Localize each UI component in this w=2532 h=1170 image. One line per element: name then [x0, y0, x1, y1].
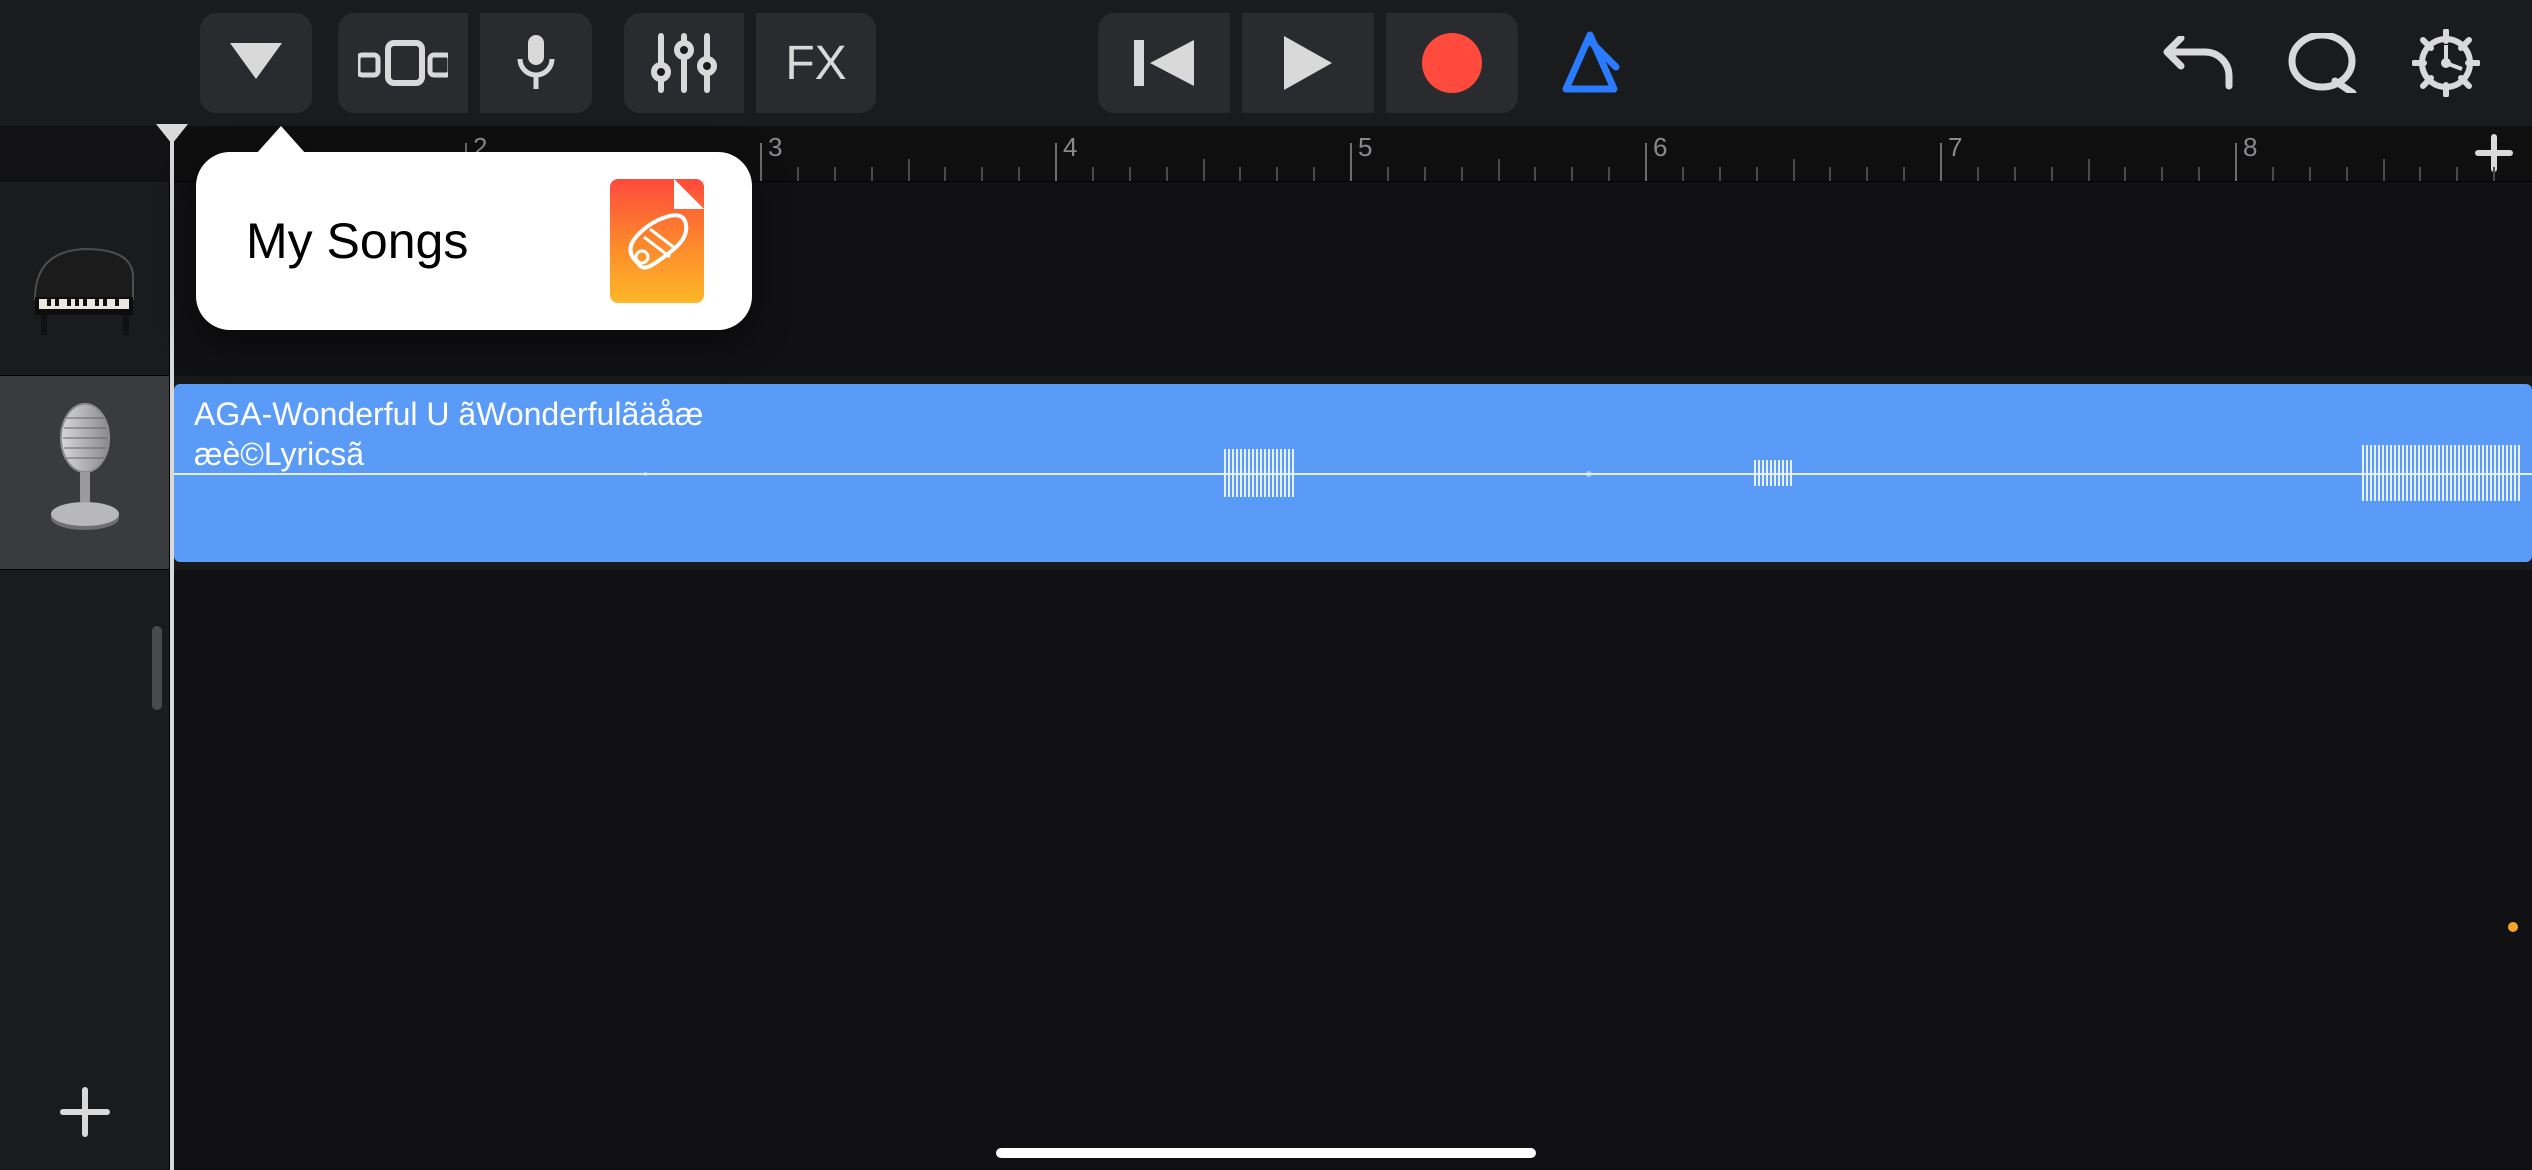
- undo-button[interactable]: [2142, 13, 2254, 113]
- record-button[interactable]: [1386, 13, 1518, 113]
- rewind-icon: [1134, 38, 1194, 88]
- garageband-doc-icon: [610, 179, 704, 303]
- plus-icon: [57, 1084, 113, 1140]
- top-toolbar: FX: [0, 0, 2532, 126]
- fx-button[interactable]: FX: [756, 13, 876, 113]
- microphone-icon: [514, 33, 558, 93]
- ruler-bar-number: 6: [1653, 132, 1667, 163]
- menu-triangle-icon: [230, 43, 282, 83]
- ruler-bar-number: 7: [1948, 132, 1962, 163]
- timeline-area[interactable]: AGA-Wonderful U ãWonderfulãäåæ æè©Lyrics…: [174, 182, 2532, 1170]
- fx-label: FX: [785, 36, 846, 91]
- track-lane-mic[interactable]: AGA-Wonderful U ãWonderfulãäåæ æè©Lyrics…: [174, 376, 2532, 570]
- ruler-bar-number: 4: [1063, 132, 1077, 163]
- playhead[interactable]: [170, 126, 174, 1170]
- popover-label: My Songs: [246, 212, 610, 270]
- settings-gear-icon: [2412, 29, 2480, 97]
- track-view-button[interactable]: [338, 13, 468, 113]
- home-indicator: [996, 1148, 1536, 1158]
- ruler-bar-number: 3: [768, 132, 782, 163]
- track-scroll-indicator[interactable]: [152, 626, 162, 710]
- sliders-icon: [651, 30, 717, 96]
- audio-region[interactable]: AGA-Wonderful U ãWonderfulãäåæ æè©Lyrics…: [174, 384, 2532, 562]
- add-track-button[interactable]: [0, 1084, 170, 1140]
- grand-piano-icon: [25, 219, 145, 339]
- rewind-button[interactable]: [1098, 13, 1230, 113]
- settings-button[interactable]: [2390, 13, 2502, 113]
- mic-input-button[interactable]: [480, 13, 592, 113]
- track-controls-button[interactable]: [624, 13, 744, 113]
- region-label: AGA-Wonderful U ãWonderfulãäåæ æè©Lyrics…: [194, 394, 703, 474]
- end-marker[interactable]: [2508, 922, 2518, 932]
- metronome-icon: [1558, 31, 1622, 95]
- track-header-piano[interactable]: [0, 182, 169, 376]
- ruler-bar-number: 5: [1358, 132, 1372, 163]
- track-view-icon: [358, 37, 448, 89]
- track-header-mic[interactable]: [0, 376, 169, 570]
- nav-menu-button[interactable]: [200, 13, 312, 113]
- undo-icon: [2163, 36, 2233, 90]
- waveform: [174, 473, 2532, 475]
- loop-browser-icon: [2287, 33, 2357, 93]
- my-songs-popover[interactable]: My Songs: [196, 152, 752, 330]
- track-header-column: [0, 182, 170, 1170]
- metronome-button[interactable]: [1534, 13, 1646, 113]
- play-icon: [1284, 36, 1332, 90]
- play-button[interactable]: [1242, 13, 1374, 113]
- record-icon: [1422, 33, 1482, 93]
- ruler-bar-number: 8: [2243, 132, 2257, 163]
- studio-mic-icon: [30, 398, 140, 548]
- loop-browser-button[interactable]: [2266, 13, 2378, 113]
